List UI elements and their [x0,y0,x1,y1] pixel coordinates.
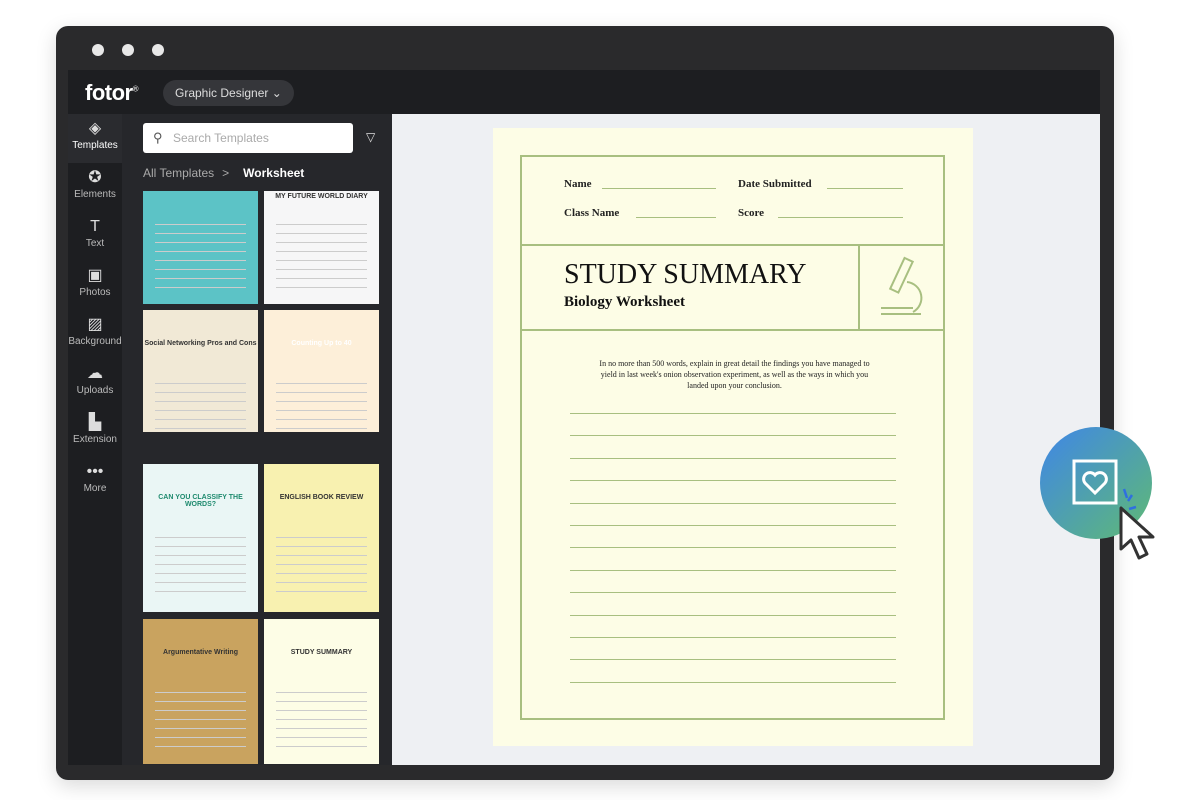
rail-item-extension[interactable]: ▙ Extension [68,408,122,457]
search-input[interactable]: ⚲ Search Templates [143,123,353,153]
name-label: Name [564,178,592,190]
writing-line[interactable] [570,547,896,549]
template-thumbnail[interactable] [143,191,258,304]
rail-item-label: Templates [72,140,118,151]
writing-line[interactable] [570,681,896,683]
rail-item-label: Text [85,238,105,249]
writing-line[interactable] [570,637,896,638]
rail-item-elements[interactable]: ✪ Elements [68,163,122,212]
rail-item-templates[interactable]: ◈ Templates [68,114,122,163]
fotor-app: fotor® Graphic Designer ⌄ ◈ Templates ✪ Ele… [68,70,1100,765]
template-thumbnail[interactable]: Social Networking Pros and Cons [143,310,258,432]
cursor-icon [1119,506,1155,560]
template-thumbnail[interactable]: STUDY SUMMARY [264,619,379,764]
writing-line[interactable] [570,592,896,594]
side-rail: ◈ Templates ✪ Elements T Text ▣ Photos ▨ Backgrou… [68,114,122,765]
filter-icon[interactable]: ▽ [366,130,375,144]
star-icon: ✪ [88,169,102,186]
thumbnail-title: Argumentative Writing [163,649,238,656]
chevron-down-icon: ⌄ [271,86,282,100]
logo[interactable]: fotor® [85,80,139,106]
text-icon: T [90,218,100,235]
score-label: Score [738,207,765,219]
writing-line[interactable] [570,569,896,571]
writing-line[interactable] [570,525,896,526]
top-bar: fotor® Graphic Designer ⌄ [68,70,1100,114]
rail-item-label: Background [68,336,122,347]
templates-panel: ⚲ Search Templates ▽ All Templates > Worksh… [122,114,431,765]
rail-item-photos[interactable]: ▣ Photos [68,261,122,310]
worksheet-page[interactable]: Name Date Submitted Class Name Score STU… [493,128,973,746]
template-thumbnail[interactable]: ENGLISH BOOK REVIEW [264,464,379,612]
rail-item-label: Uploads [76,385,114,396]
rail-item-label: Photos [79,287,111,298]
date-label: Date Submitted [738,178,812,190]
writing-line[interactable] [570,435,896,437]
rail-item-label: Elements [74,189,116,200]
writing-line[interactable] [570,502,896,504]
rail-item-label: Extension [73,434,117,445]
rail-item-background[interactable]: ▨ Background [68,310,122,359]
background-icon: ▨ [87,316,103,333]
page-subtitle: Biology Worksheet [564,294,685,310]
search-placeholder: Search Templates [173,131,269,145]
name-line[interactable] [602,188,716,189]
breadcrumb-current: Worksheet [243,166,305,180]
class-label: Class Name [564,207,620,219]
canvas-area: Name Date Submitted Class Name Score STU… [392,114,1100,765]
cloud-upload-icon: ☁ [87,365,103,382]
date-line[interactable] [827,188,903,189]
template-thumbnail[interactable]: MY FUTURE WORLD DIARY [264,191,379,304]
divider [858,244,860,329]
page-title: STUDY SUMMARY [564,259,807,290]
photo-icon: ▣ [87,267,103,284]
score-line[interactable] [778,217,903,218]
breadcrumb-root[interactable]: All Templates [143,166,214,180]
writing-line[interactable] [570,480,896,482]
thumbnail-title: CAN YOU CLASSIFY THE WORDS? [158,494,243,508]
mode-dropdown[interactable]: Graphic Designer ⌄ [163,80,294,106]
class-line[interactable] [636,217,716,218]
window-dot [152,44,164,56]
template-thumbnail[interactable]: Counting Up to 40 [264,310,379,432]
thumbnail-title: Social Networking Pros and Cons [144,340,257,347]
divider [522,244,943,246]
mode-label: Graphic Designer [175,86,269,100]
microscope-icon [881,256,923,315]
thumbnail-title: Counting Up to 40 [291,340,352,347]
rail-item-uploads[interactable]: ☁ Uploads [68,359,122,408]
template-thumbnail[interactable]: CAN YOU CLASSIFY THE WORDS? [143,464,258,612]
thumbnail-title: MY FUTURE WORLD DIARY [275,193,368,200]
rail-item-more[interactable]: ••• More [68,457,122,506]
extension-icon: ▙ [88,414,102,431]
rail-item-label: More [83,483,107,494]
writing-line[interactable] [570,413,896,414]
thumbnail-title: ENGLISH BOOK REVIEW [279,494,364,501]
search-icon: ⚲ [153,130,163,145]
more-icon: ••• [86,463,104,480]
layers-icon: ◈ [88,120,102,137]
window-dot [92,44,104,56]
window-dot [122,44,134,56]
writing-line[interactable] [570,659,896,661]
writing-line[interactable] [570,614,896,616]
divider [522,329,943,331]
instructions: In no more than 500 words, explain in gr… [599,359,870,390]
writing-line[interactable] [570,457,896,459]
rail-item-text[interactable]: T Text [68,212,122,261]
page-border: Name Date Submitted Class Name Score STU… [520,155,945,720]
template-thumbnail[interactable]: Argumentative Writing [143,619,258,764]
thumbnail-title: STUDY SUMMARY [290,649,353,656]
breadcrumb: All Templates > Worksheet [143,166,305,180]
